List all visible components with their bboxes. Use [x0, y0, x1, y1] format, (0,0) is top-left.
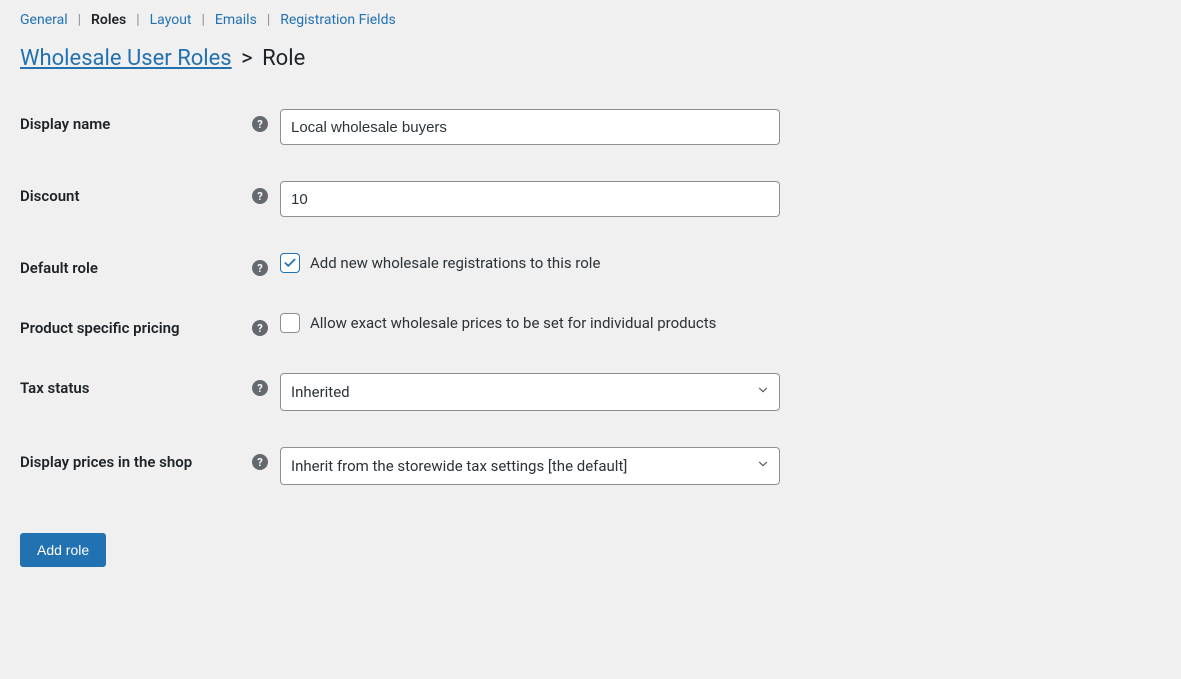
tax-status-value: Inherited — [291, 383, 350, 401]
display-name-input[interactable] — [280, 109, 780, 145]
discount-label: Discount — [20, 187, 79, 205]
tax-status-label: Tax status — [20, 379, 90, 397]
default-role-label: Default role — [20, 259, 98, 277]
help-icon[interactable]: ? — [252, 380, 268, 396]
tab-layout[interactable]: Layout — [150, 12, 192, 28]
help-icon[interactable]: ? — [252, 454, 268, 470]
product-specific-pricing-label: Product specific pricing — [20, 319, 180, 337]
settings-tabs: General | Roles | Layout | Emails | Regi… — [0, 0, 1181, 36]
breadcrumb-separator: > — [237, 46, 257, 71]
default-role-checkbox[interactable] — [280, 253, 300, 273]
help-icon[interactable]: ? — [252, 188, 268, 204]
help-icon[interactable]: ? — [252, 320, 268, 336]
check-icon — [283, 256, 297, 270]
tab-roles[interactable]: Roles — [91, 12, 126, 28]
help-icon[interactable]: ? — [252, 116, 268, 132]
display-prices-label: Display prices in the shop — [20, 453, 192, 471]
breadcrumb-parent-link[interactable]: Wholesale User Roles — [20, 46, 232, 71]
display-prices-select[interactable]: Inherit from the storewide tax settings … — [280, 447, 780, 485]
display-prices-value: Inherit from the storewide tax settings … — [291, 457, 627, 475]
tab-separator: | — [78, 12, 81, 28]
add-role-button[interactable]: Add role — [20, 533, 106, 567]
tab-separator: | — [136, 12, 139, 28]
tax-status-select[interactable]: Inherited — [280, 373, 780, 411]
tab-emails[interactable]: Emails — [215, 12, 257, 28]
tab-registration-fields[interactable]: Registration Fields — [280, 12, 395, 28]
breadcrumb: Wholesale User Roles > Role — [0, 36, 1181, 91]
display-name-label: Display name — [20, 115, 110, 133]
discount-input[interactable] — [280, 181, 780, 217]
tab-separator: | — [267, 12, 270, 28]
tab-general[interactable]: General — [20, 12, 68, 28]
product-specific-pricing-checkbox-label: Allow exact wholesale prices to be set f… — [310, 314, 716, 332]
breadcrumb-current: Role — [262, 46, 305, 71]
help-icon[interactable]: ? — [252, 260, 268, 276]
tab-separator: | — [202, 12, 205, 28]
default-role-checkbox-label: Add new wholesale registrations to this … — [310, 254, 600, 272]
product-specific-pricing-checkbox[interactable] — [280, 313, 300, 333]
